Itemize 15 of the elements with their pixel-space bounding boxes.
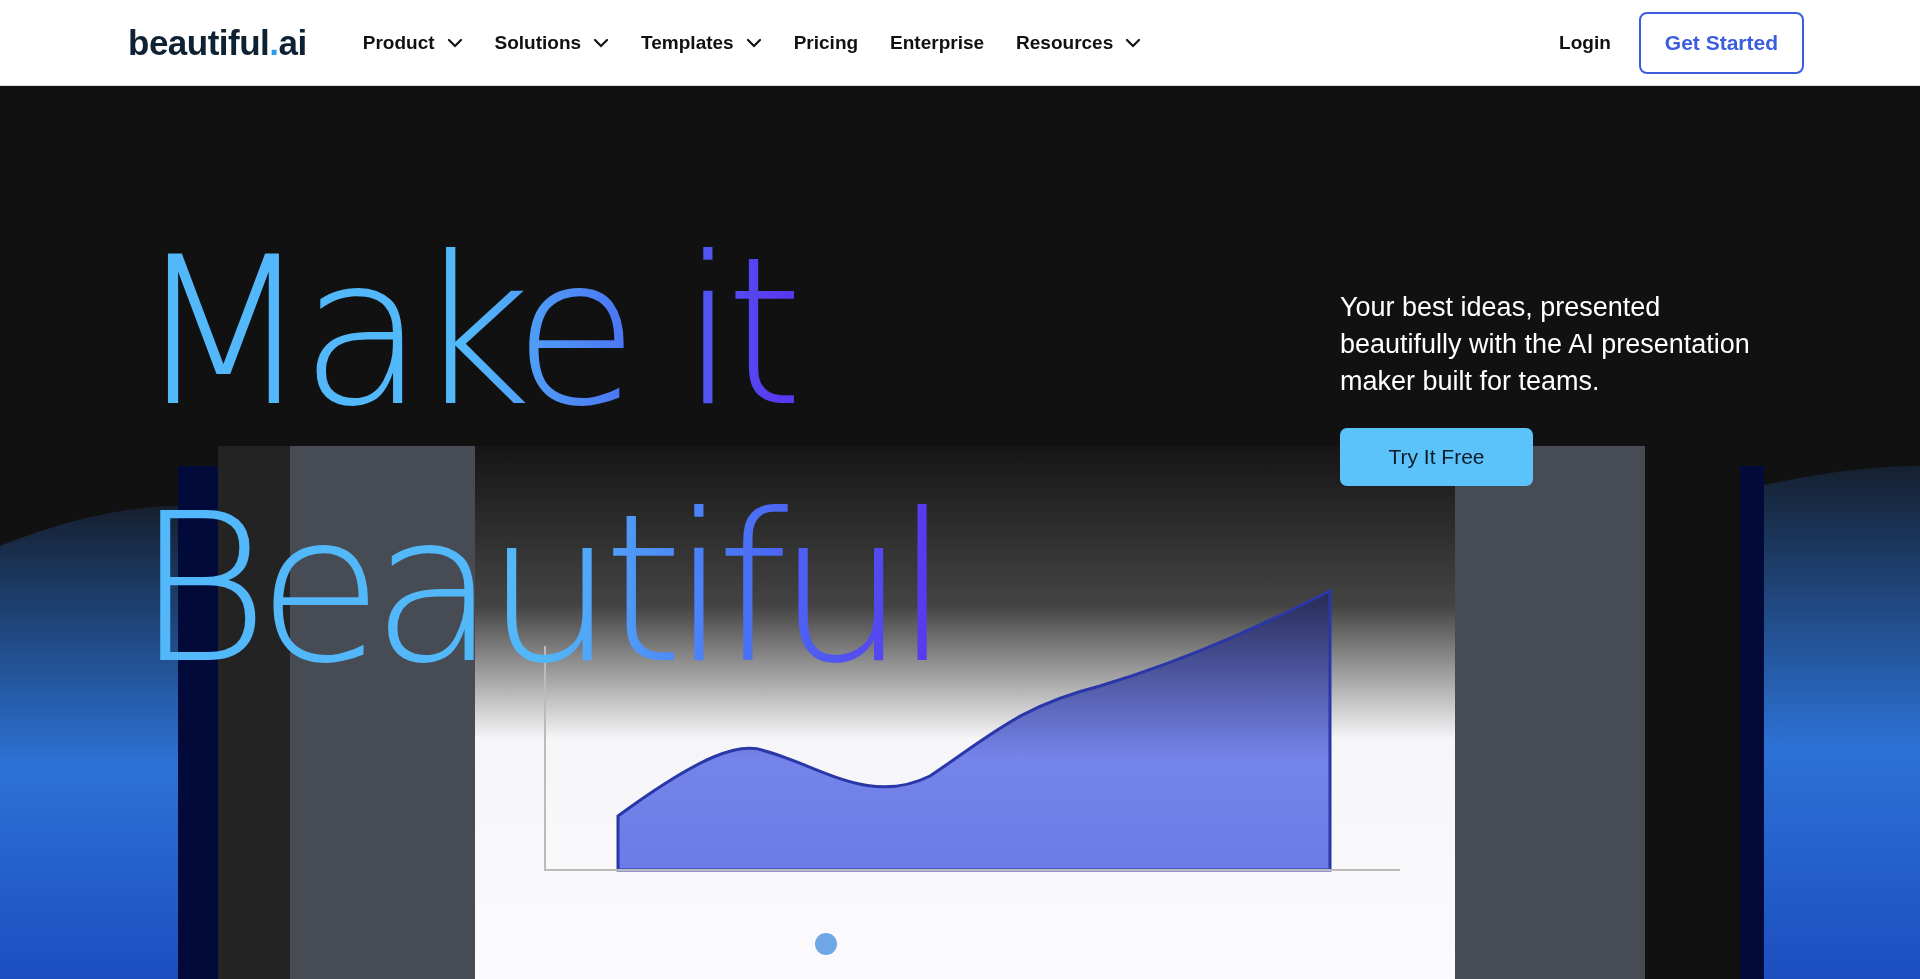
logo[interactable]: beautiful.ai: [128, 22, 307, 63]
nav-link[interactable]: Pricing: [793, 31, 859, 54]
nav-link[interactable]: Product: [362, 31, 463, 54]
nav-link[interactable]: Resources: [1016, 31, 1142, 54]
chevron-down-icon: [446, 37, 463, 48]
tagline: Your best ideas, presented beautifully with the AI presentation maker built for teams.: [1340, 291, 1751, 398]
try-it-free-button[interactable]: Try It Free: [1340, 428, 1533, 486]
chevron-down-icon: [593, 37, 610, 48]
nav-link[interactable]: Templates: [641, 31, 762, 54]
chevron-down-icon: [745, 37, 762, 48]
login-link[interactable]: Login: [1559, 31, 1611, 54]
chevron-down-icon: [1125, 37, 1142, 48]
nav-link[interactable]: Enterprise: [890, 31, 985, 54]
nav-link[interactable]: Solutions: [494, 31, 610, 54]
get-started-button[interactable]: Get Started: [1638, 11, 1804, 74]
